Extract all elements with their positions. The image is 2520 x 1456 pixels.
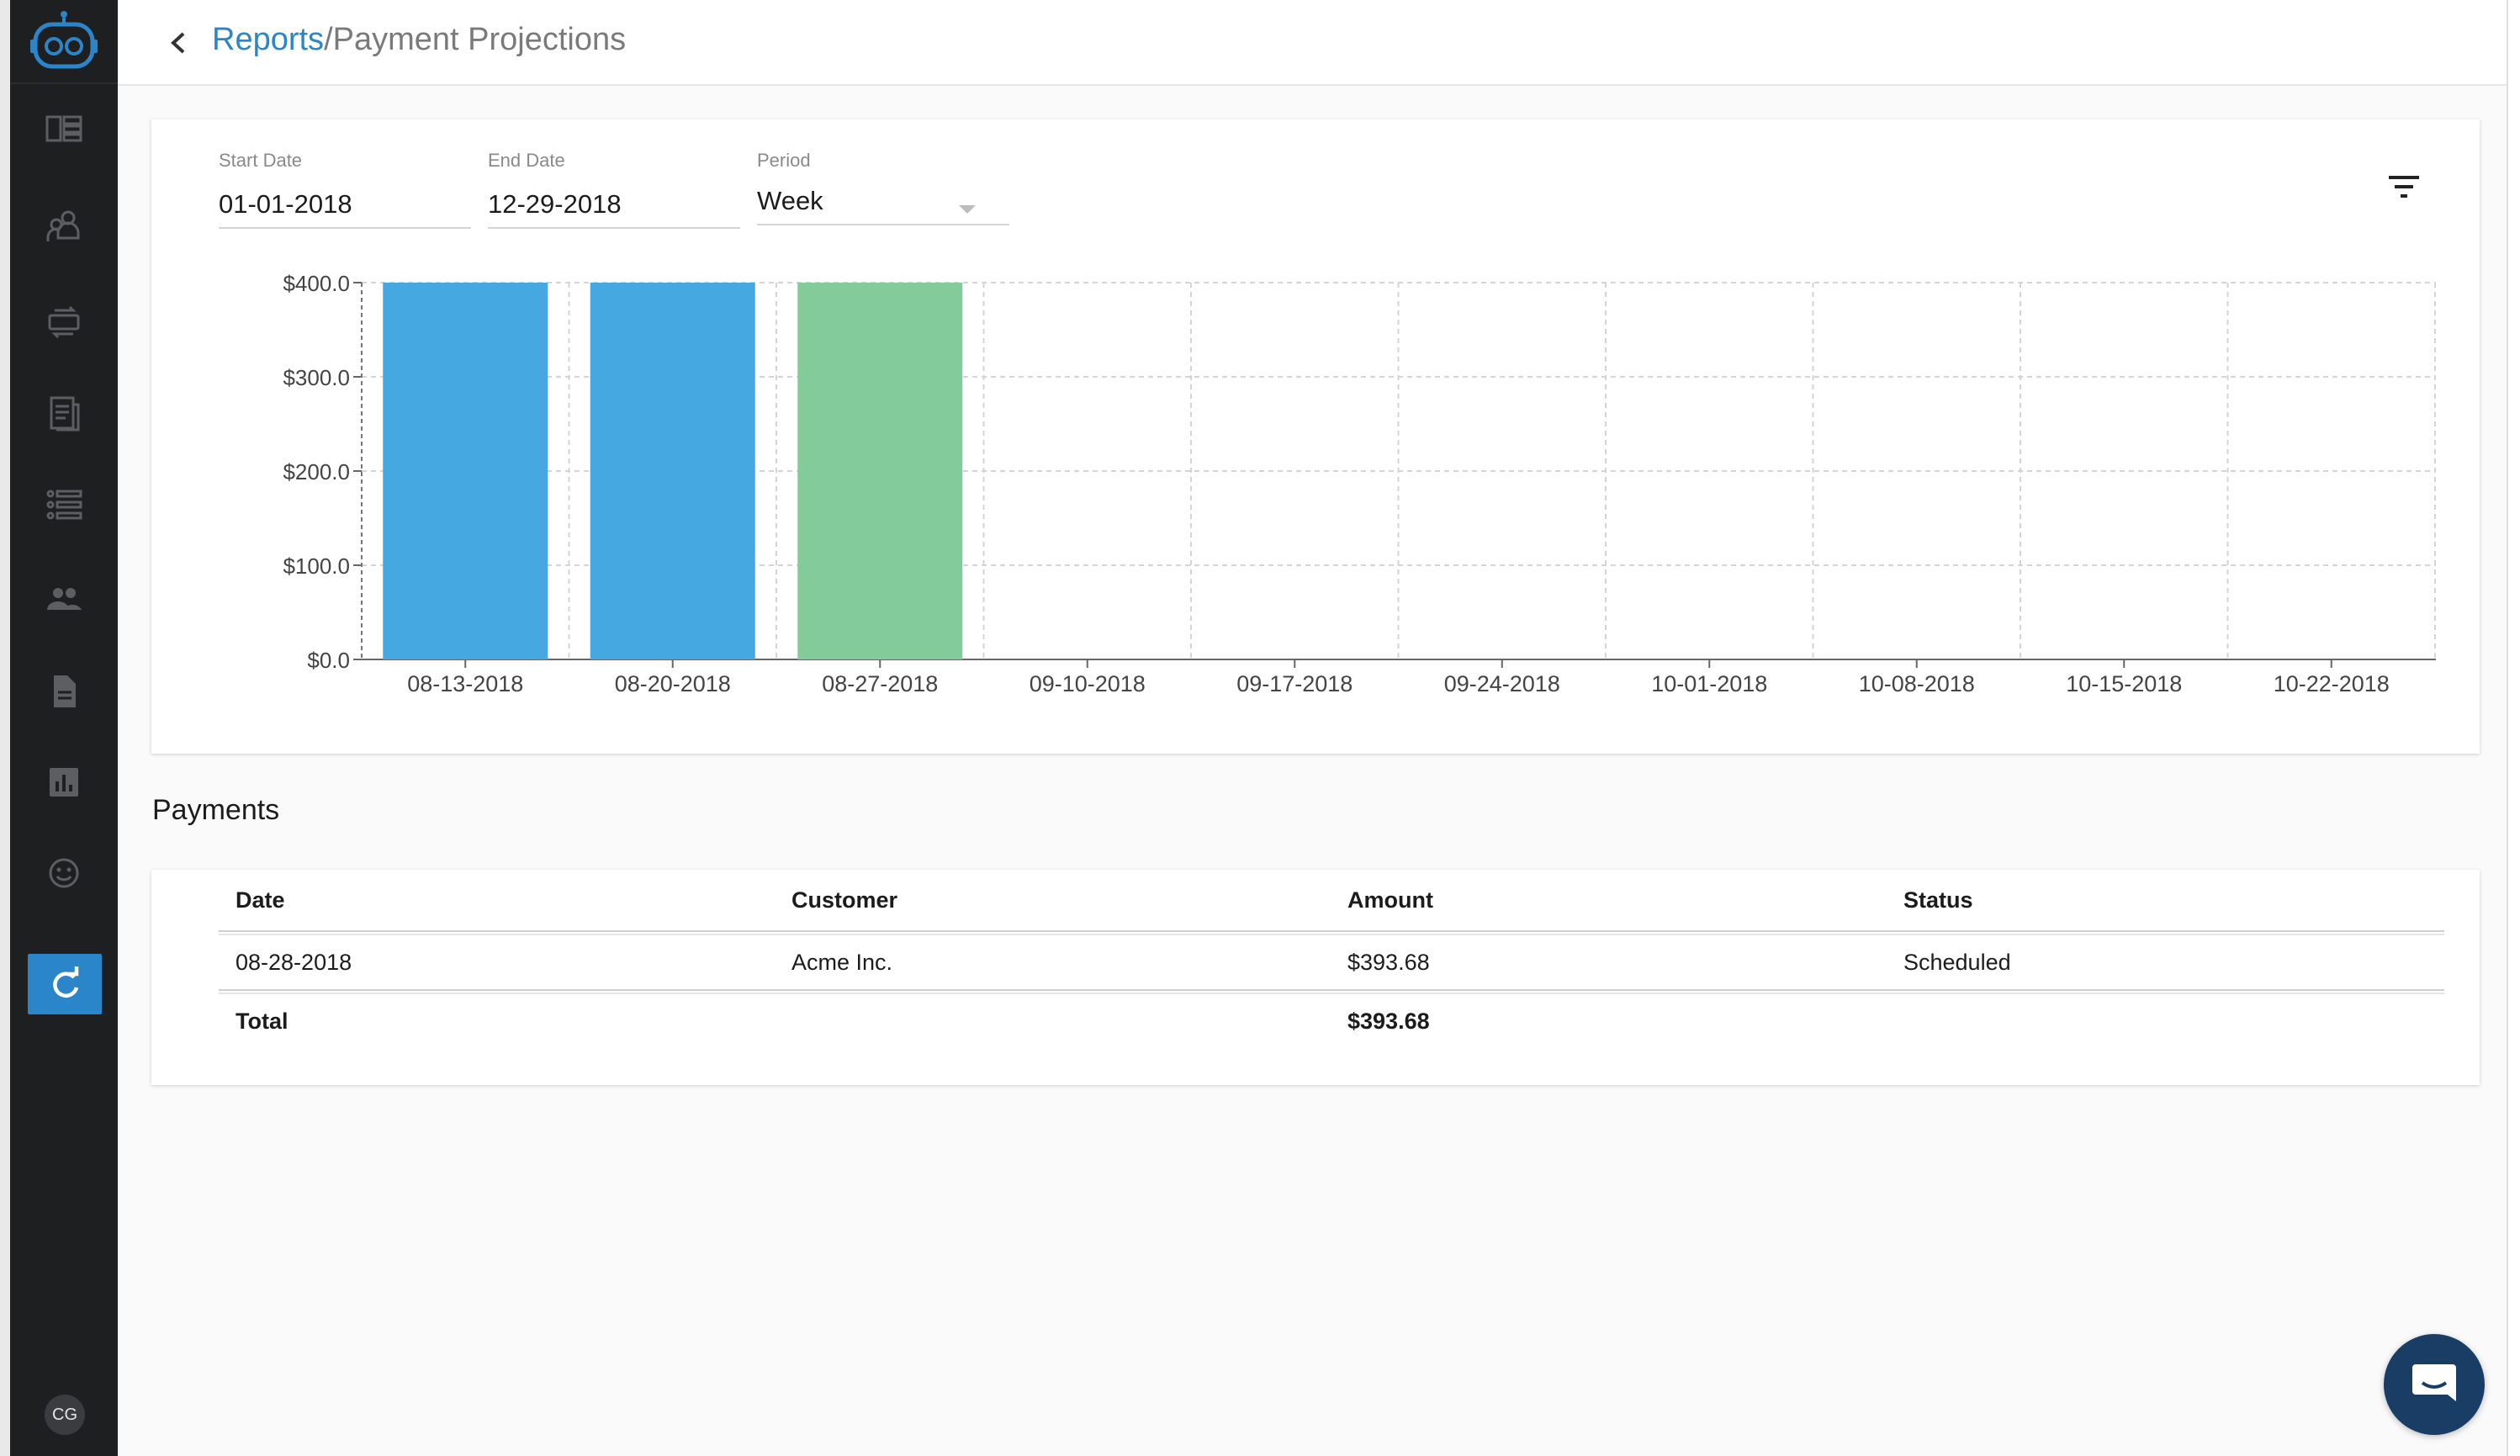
x-tick-label-6: 10-01-2018 (1651, 671, 1767, 696)
payment-status: Scheduled (1903, 950, 2011, 975)
bar-08-20-2018 (590, 283, 755, 659)
window-edge (0, 0, 10, 1456)
chat-bubble-icon (2412, 1364, 2456, 1401)
payment-transfer-icon[interactable] (10, 288, 118, 355)
bar-08-27-2018 (797, 283, 963, 659)
table-total-row: Total $393.68 (219, 994, 2444, 1048)
list-icon[interactable] (10, 471, 118, 538)
refresh-button[interactable] (28, 954, 102, 1014)
column-header-date[interactable]: Date (236, 870, 285, 930)
user-avatar[interactable]: CG (45, 1395, 85, 1435)
column-header-status[interactable]: Status (1903, 870, 1973, 930)
payments-table: Date Customer Amount Status 08-28-2018 A… (219, 870, 2444, 1048)
chevron-left-icon (171, 32, 185, 54)
total-label: Total (236, 1009, 289, 1034)
payment-customer: Acme Inc. (791, 950, 893, 975)
payment-amount: $393.68 (1347, 950, 1430, 975)
x-tick-label-3: 09-10-2018 (1030, 671, 1146, 696)
back-button[interactable] (156, 21, 200, 65)
x-tick-label-2: 08-27-2018 (822, 671, 938, 696)
people-icon[interactable] (10, 565, 118, 633)
x-tick-label-0: 08-13-2018 (407, 671, 523, 696)
document-icon[interactable] (10, 658, 118, 725)
y-tick-label-3: $300.0 (283, 365, 350, 390)
smiley-icon[interactable] (10, 839, 118, 907)
payment-date: 08-28-2018 (236, 950, 352, 975)
x-tick-label-7: 10-08-2018 (1859, 671, 1975, 696)
x-tick-label-5: 09-24-2018 (1444, 671, 1560, 696)
payments-section-title: Payments (152, 794, 280, 826)
refresh-icon (53, 966, 79, 998)
x-tick-label-9: 10-22-2018 (2274, 671, 2390, 696)
window-right-edge (2507, 0, 2520, 1456)
breadcrumb-reports-link[interactable]: Reports (212, 22, 324, 57)
chart-card: Start Date 01-01-2018 End Date 12-29-201… (151, 119, 2480, 754)
payments-table-card: Date Customer Amount Status 08-28-2018 A… (151, 870, 2480, 1085)
table-row[interactable]: 08-28-2018 Acme Inc. $393.68 Scheduled (219, 935, 2444, 989)
y-tick-label-4: $400.0 (283, 271, 350, 296)
table-header-row: Date Customer Amount Status (219, 870, 2444, 930)
x-tick-label-4: 09-17-2018 (1236, 671, 1353, 696)
page-title: Payment Projections (332, 22, 627, 57)
payment-projection-chart: $0.0 $100.0 $200.0 $300.0 $400.0 08-13-2018 08… (283, 271, 2436, 696)
page-header: Reports/Payment Projections (118, 0, 2507, 86)
sidebar: CG (10, 0, 118, 1456)
column-header-amount[interactable]: Amount (1347, 870, 1433, 930)
column-header-customer[interactable]: Customer (791, 870, 897, 930)
robot-logo-icon[interactable] (10, 0, 118, 84)
y-tick-label-0: $0.0 (307, 648, 350, 673)
breadcrumb-separator: / (324, 22, 333, 57)
bar-08-13-2018 (383, 283, 548, 659)
chat-launcher-button[interactable] (2384, 1334, 2485, 1435)
x-tick-label-8: 10-15-2018 (2066, 671, 2182, 696)
invoice-icon[interactable] (10, 380, 118, 447)
y-tick-label-1: $100.0 (283, 553, 350, 579)
y-tick-label-2: $200.0 (283, 459, 350, 484)
bar-chart-icon[interactable] (10, 749, 118, 816)
dashboard-icon[interactable] (10, 96, 118, 163)
x-tick-label-1: 08-20-2018 (615, 671, 731, 696)
contacts-icon[interactable] (10, 192, 118, 259)
breadcrumb: Reports/Payment Projections (212, 19, 626, 61)
total-amount: $393.68 (1347, 1009, 1430, 1034)
